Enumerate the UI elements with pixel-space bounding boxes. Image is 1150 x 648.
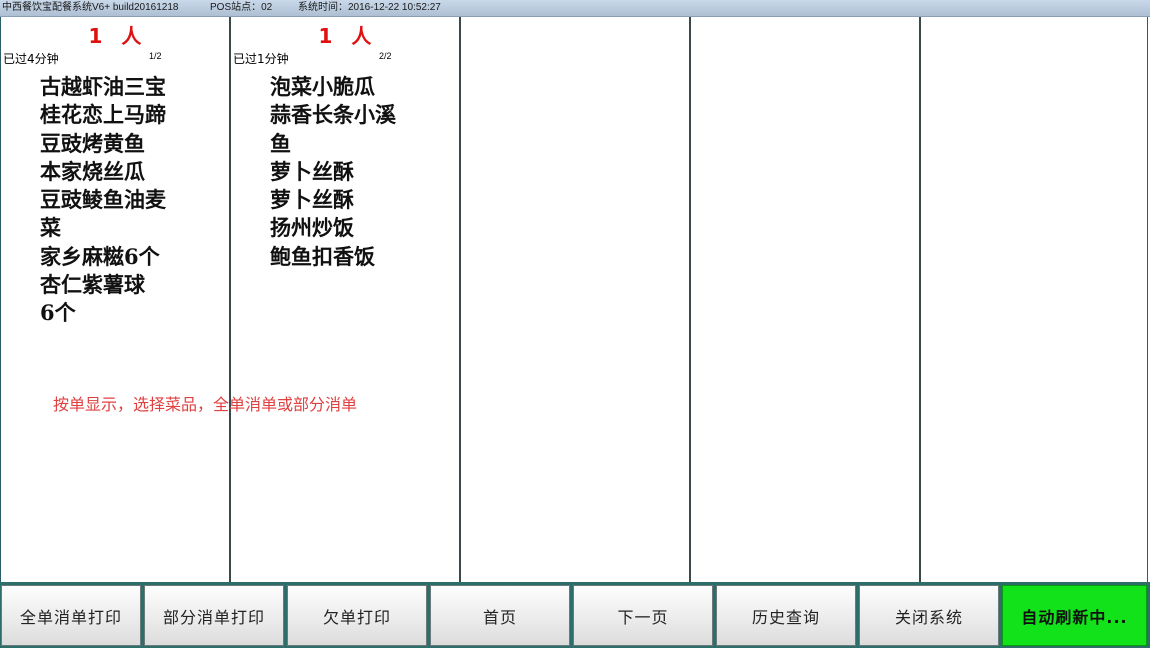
order-card-2[interactable]: 1 人 已过1分钟 2/2 泡菜小脆瓜 蒜香长条小溪 鱼 萝卜丝酥 萝卜丝酥 扬… <box>231 17 461 582</box>
owed-print-button[interactable]: 欠单打印 <box>287 585 427 646</box>
bottom-toolbar: 全单消单打印 部分消单打印 欠单打印 首页 下一页 历史查询 关闭系统 自动刷新… <box>0 582 1150 648</box>
dish-item[interactable]: 桂花恋上马蹄 <box>40 101 200 129</box>
first-page-button[interactable]: 首页 <box>430 585 570 646</box>
instruction-hint: 按单显示，选择菜品，全单消单或部分消单 <box>53 395 358 414</box>
dish-item[interactable]: 本家烧丝瓜 <box>40 158 200 186</box>
dish-list: 古越虾油三宝 桂花恋上马蹄 豆豉烤黄鱼 本家烧丝瓜 豆豉鲮鱼油麦 菜 家乡麻糍6… <box>40 73 200 328</box>
elapsed-time: 已过1分钟 <box>233 52 289 66</box>
full-clear-print-button[interactable]: 全单消单打印 <box>1 585 141 646</box>
auto-refresh-button[interactable]: 自动刷新中... <box>1002 585 1147 646</box>
dish-item[interactable]: 古越虾油三宝 <box>40 73 200 101</box>
person-count: 1 人 <box>88 24 148 48</box>
person-count: 1 人 <box>318 24 378 48</box>
dish-item[interactable]: 杏仁紫薯球 <box>40 271 200 299</box>
dish-item[interactable]: 鱼 <box>270 130 430 158</box>
dish-item[interactable]: 蒜香长条小溪 <box>270 101 430 129</box>
partial-clear-print-button[interactable]: 部分消单打印 <box>144 585 284 646</box>
dish-item[interactable]: 鲍鱼扣香饭 <box>270 243 430 271</box>
close-system-button[interactable]: 关闭系统 <box>859 585 999 646</box>
order-card-1[interactable]: 1 人 已过4分钟 1/2 古越虾油三宝 桂花恋上马蹄 豆豉烤黄鱼 本家烧丝瓜 … <box>1 17 231 582</box>
dish-list: 泡菜小脆瓜 蒜香长条小溪 鱼 萝卜丝酥 萝卜丝酥 扬州炒饭 鲍鱼扣香饭 <box>270 73 430 271</box>
title-bar: 中西餐饮宝配餐系统V6+ build20161218 POS站点：02 系统时间… <box>0 0 1150 17</box>
dish-item[interactable]: 泡菜小脆瓜 <box>270 73 430 101</box>
dish-item[interactable]: 6个 <box>40 299 200 327</box>
dish-item[interactable]: 豆豉鲮鱼油麦 <box>40 186 200 214</box>
order-board: 1 人 已过4分钟 1/2 古越虾油三宝 桂花恋上马蹄 豆豉烤黄鱼 本家烧丝瓜 … <box>0 17 1148 582</box>
pos-station: POS站点：02 <box>210 2 273 13</box>
dish-item[interactable]: 萝卜丝酥 <box>270 158 430 186</box>
dish-item[interactable]: 菜 <box>40 214 200 242</box>
order-card-3[interactable] <box>461 17 691 582</box>
dish-item[interactable]: 豆豉烤黄鱼 <box>40 130 200 158</box>
elapsed-time: 已过4分钟 <box>3 52 59 66</box>
order-page-number: 2/2 <box>379 51 392 61</box>
dish-item[interactable]: 萝卜丝酥 <box>270 186 430 214</box>
dish-item[interactable]: 扬州炒饭 <box>270 214 430 242</box>
order-page-number: 1/2 <box>149 51 162 61</box>
app-title: 中西餐饮宝配餐系统V6+ build20161218 <box>2 2 179 13</box>
dish-item[interactable]: 家乡麻糍6个 <box>40 243 200 271</box>
system-time: 系统时间：2016-12-22 10:52:27 <box>298 2 441 13</box>
order-card-5[interactable] <box>921 17 1149 582</box>
order-card-4[interactable] <box>691 17 921 582</box>
next-page-button[interactable]: 下一页 <box>573 585 713 646</box>
history-query-button[interactable]: 历史查询 <box>716 585 856 646</box>
